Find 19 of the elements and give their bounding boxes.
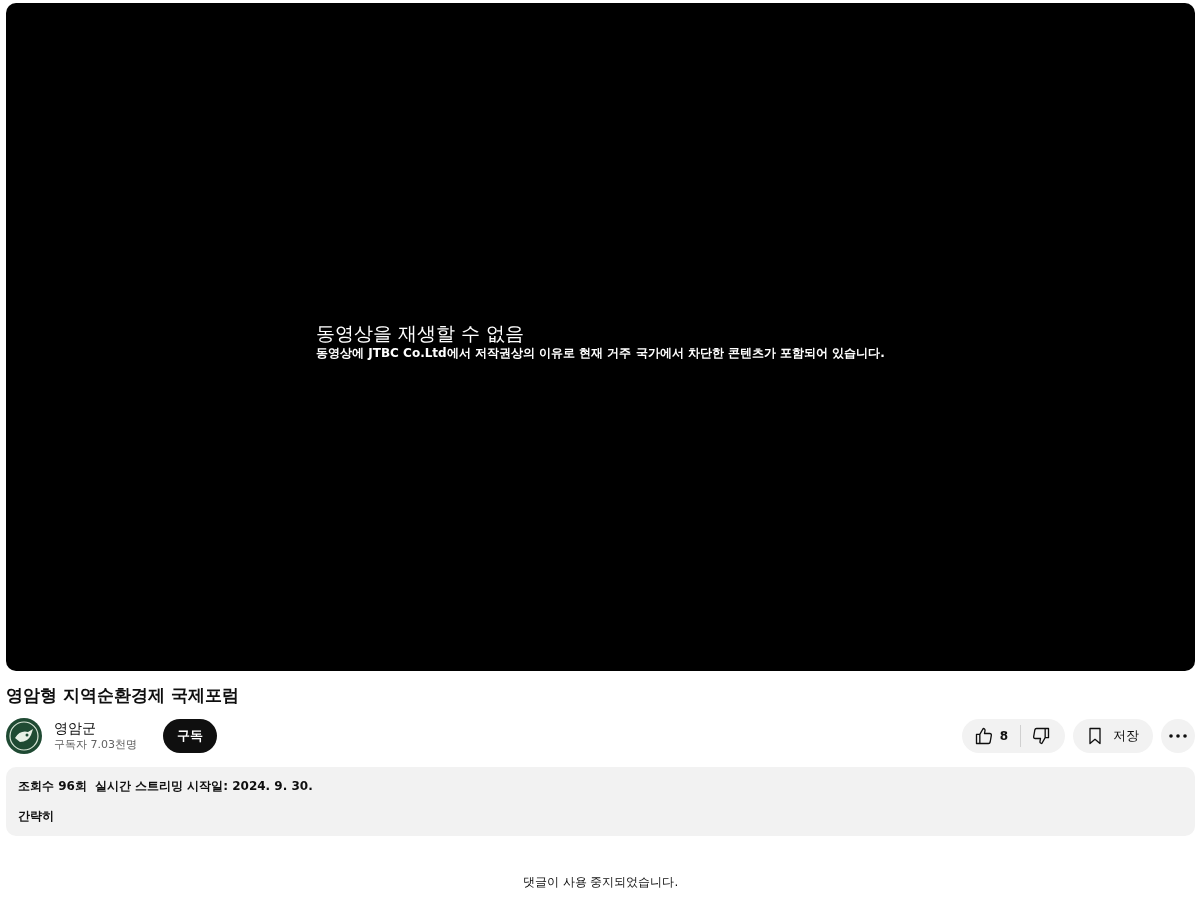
description-panel[interactable]: 조회수 96회 실시간 스트리밍 시작일: 2024. 9. 30. 간략히 — [6, 767, 1195, 836]
error-message: 동영상에 JTBC Co.Ltd에서 저작권상의 이유로 현재 거주 국가에서 차단한 콘텐츠가 포함되어 있습니다. — [316, 345, 885, 361]
stream-date: 실시간 스트리밍 시작일: 2024. 9. 30. — [94, 778, 313, 794]
thumbs-up-icon — [973, 726, 994, 746]
thumbs-down-icon — [1031, 726, 1051, 746]
error-title: 동영상을 재생할 수 없음 — [316, 321, 526, 345]
like-button[interactable]: 8 — [961, 719, 1020, 753]
channel-name[interactable]: 영암군 — [54, 719, 137, 737]
video-player[interactable]: 동영상을 재생할 수 없음 동영상에 JTBC Co.Ltd에서 저작권상의 이유로 현재 거주 국가에서 차단한 콘텐츠가 포함되어 있습니다. — [6, 3, 1195, 671]
show-less-link[interactable]: 간략히 — [18, 808, 54, 824]
more-icon — [1169, 734, 1187, 738]
subscribe-button[interactable]: 구독 — [163, 719, 217, 753]
subscriber-count: 구독자 7.03천명 — [54, 737, 137, 753]
view-count: 조회수 96회 — [18, 778, 87, 794]
video-title: 영암형 지역순환경제 국제포럼 — [6, 684, 240, 707]
comments-disabled-notice: 댓글이 사용 중지되었습니다. — [522, 874, 679, 891]
save-button[interactable]: 저장 — [1073, 719, 1153, 753]
more-button[interactable] — [1161, 719, 1195, 753]
channel-logo-icon[interactable] — [6, 718, 42, 754]
